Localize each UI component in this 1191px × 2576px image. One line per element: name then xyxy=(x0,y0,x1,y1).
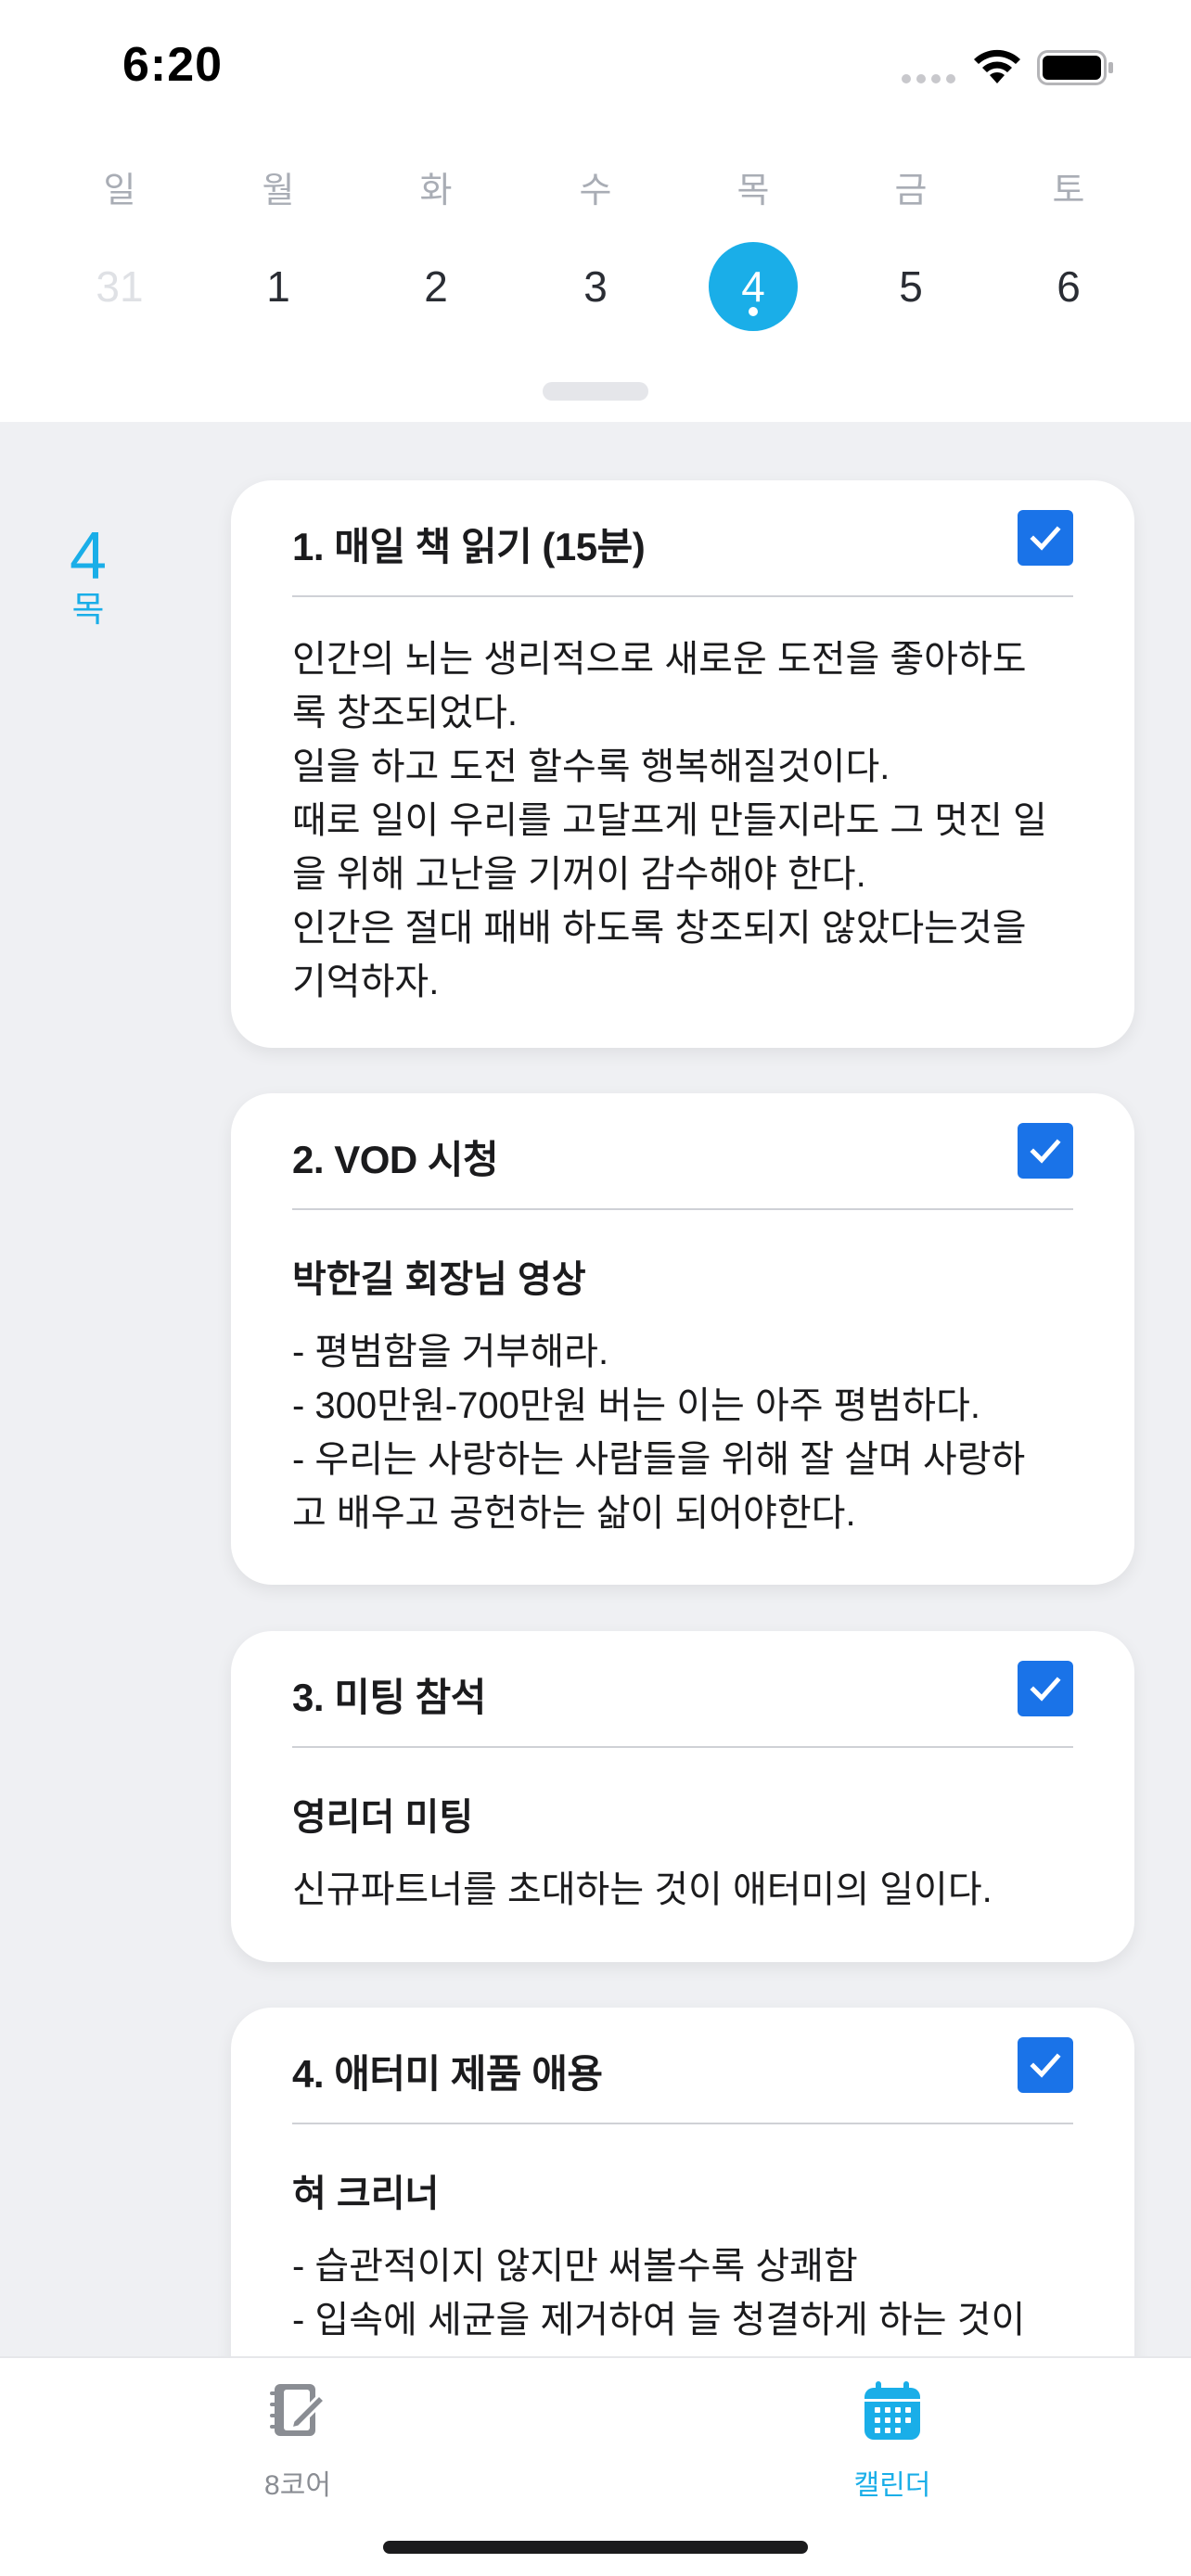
date-number: 3 xyxy=(583,262,608,311)
card-body: - 평범함을 거부해라. - 300만원-700만원 버는 이는 아주 평범하다… xyxy=(292,1325,1073,1540)
day-wednesday[interactable]: 수 3 xyxy=(540,162,651,348)
selected-date-circle: 4 xyxy=(709,242,798,331)
card-title: 2. VOD 시청 xyxy=(292,1138,499,1181)
day-thursday-selected[interactable]: 목 4 xyxy=(698,162,809,348)
card-body: - 습관적이지 않지만 써볼수록 상쾌함 - 입속에 세균을 제거하여 늘 청결… xyxy=(292,2239,1073,2347)
card-header: 2. VOD 시청 xyxy=(292,1093,1073,1210)
body-line: 때로 일이 우리를 고달프게 만들지라도 그 멋진 일 xyxy=(292,800,1047,841)
weekday-label: 화 xyxy=(419,172,453,210)
date-number: 31 xyxy=(96,262,144,311)
card-header: 1. 매일 책 읽기 (15분) xyxy=(292,480,1073,597)
home-indicator xyxy=(383,2541,808,2554)
day-detail-list[interactable]: 4 목 1. 매일 책 읽기 (15분) 인간의 뇌는 생리적으로 새로운 도전… xyxy=(0,422,1191,2357)
tab-label: 캘린더 xyxy=(853,2470,931,2501)
card-header: 4. 애터미 제품 애용 xyxy=(292,2008,1073,2124)
weekday-label: 목 xyxy=(736,172,770,210)
calendar-icon xyxy=(864,2381,920,2440)
weekday-label: 수 xyxy=(579,172,612,210)
status-time: 6:20 xyxy=(122,38,224,92)
body-line: - 습관적이지 않지만 써볼수록 상쾌함 xyxy=(292,2246,858,2287)
notebook-edit-icon xyxy=(270,2384,327,2436)
checkbox-checked[interactable] xyxy=(1018,1661,1073,1716)
day-monday[interactable]: 월 1 xyxy=(223,162,334,348)
day-tuesday[interactable]: 화 2 xyxy=(380,162,492,348)
checkmark-icon xyxy=(1030,1139,1061,1164)
weekday-label: 금 xyxy=(894,172,928,210)
task-card[interactable]: 3. 미팅 참석 영리더 미팅 신규파트너를 초대하는 것이 애터미의 일이다. xyxy=(231,1631,1134,1962)
card-body: 신규파트너를 초대하는 것이 애터미의 일이다. xyxy=(292,1863,1073,1917)
sheet-grabber-handle[interactable] xyxy=(543,382,648,401)
body-line: 인간의 뇌는 생리적으로 새로운 도전을 좋아하도 xyxy=(292,639,1027,680)
task-card[interactable]: 1. 매일 책 읽기 (15분) 인간의 뇌는 생리적으로 새로운 도전을 좋아… xyxy=(231,480,1134,1048)
body-line: 신규파트너를 초대하는 것이 애터미의 일이다. xyxy=(292,1869,992,1910)
day-friday[interactable]: 금 5 xyxy=(855,162,967,348)
checkmark-icon xyxy=(1030,2053,1061,2078)
body-line: 고 배우고 공헌하는 삶이 되어야한다. xyxy=(292,1493,856,1534)
weekday-label: 일 xyxy=(103,172,136,210)
wifi-icon xyxy=(974,49,1020,83)
card-title: 4. 애터미 제품 애용 xyxy=(292,2052,603,2096)
weekday-label: 월 xyxy=(262,172,295,210)
date-number: 2 xyxy=(424,262,448,311)
card-header: 3. 미팅 참석 xyxy=(292,1631,1073,1748)
body-line: 일을 하고 도전 할수록 행복해질것이다. xyxy=(292,746,890,787)
card-title: 1. 매일 책 읽기 (15분) xyxy=(292,525,646,568)
weekday-label: 토 xyxy=(1052,172,1085,210)
tab-calendar[interactable]: 캘린더 xyxy=(800,2378,985,2503)
tab-label: 8코어 xyxy=(264,2470,331,2501)
task-card[interactable]: 2. VOD 시청 박한길 회장님 영상 - 평범함을 거부해라. - 300만… xyxy=(231,1093,1134,1585)
checkmark-icon xyxy=(1030,526,1061,551)
event-dot-icon xyxy=(749,307,758,316)
status-bar: 6:20 xyxy=(0,0,1191,130)
battery-icon xyxy=(1037,50,1113,85)
body-line: - 300만원-700만원 버는 이는 아주 평범하다. xyxy=(292,1385,980,1426)
card-body: 인간의 뇌는 생리적으로 새로운 도전을 좋아하도 록 창조되었다. 일을 하고… xyxy=(292,632,1073,1009)
date-label-day: 4 xyxy=(69,519,108,593)
body-line: - 입속에 세균을 제거하여 늘 청결하게 하는 것이 xyxy=(292,2300,1026,2340)
date-number: 6 xyxy=(1057,262,1081,311)
checkbox-checked[interactable] xyxy=(1018,1123,1073,1179)
date-label-weekday: 목 xyxy=(71,591,105,630)
checkmark-icon xyxy=(1030,1677,1061,1702)
card-subtitle: 혀 크리너 xyxy=(292,2174,440,2214)
checkbox-checked[interactable] xyxy=(1018,2037,1073,2093)
body-line: 기억하자. xyxy=(292,962,440,1002)
date-number: 1 xyxy=(266,262,290,311)
date-number: 4 xyxy=(741,262,765,311)
body-line: 인간은 절대 패배 하도록 창조되지 않았다는것을 xyxy=(292,908,1027,949)
day-sunday[interactable]: 일 31 xyxy=(64,162,175,348)
cellular-signal-icon xyxy=(902,74,955,83)
date-number: 5 xyxy=(899,262,923,311)
body-line: - 평범함을 거부해라. xyxy=(292,1332,609,1372)
checkbox-checked[interactable] xyxy=(1018,510,1073,566)
card-subtitle: 박한길 회장님 영상 xyxy=(292,1259,586,1300)
day-saturday[interactable]: 토 6 xyxy=(1013,162,1124,348)
body-line: 을 위해 고난을 기꺼이 감수해야 한다. xyxy=(292,854,866,895)
body-line: 록 창조되었다. xyxy=(292,693,519,733)
body-line: - 우리는 사랑하는 사람들을 위해 잘 살며 사랑하 xyxy=(292,1439,1026,1480)
task-card[interactable]: 4. 애터미 제품 애용 혀 크리너 - 습관적이지 않지만 써볼수록 상쾌함 … xyxy=(231,2008,1134,2357)
tab-8core[interactable]: 8코어 xyxy=(205,2378,391,2503)
card-title: 3. 미팅 참석 xyxy=(292,1676,486,1719)
card-subtitle: 영리더 미팅 xyxy=(292,1797,474,1838)
selected-date-label: 4 목 xyxy=(56,522,121,630)
week-strip: 일 31 월 1 화 2 수 3 목 4 금 5 토 6 xyxy=(0,162,1191,348)
